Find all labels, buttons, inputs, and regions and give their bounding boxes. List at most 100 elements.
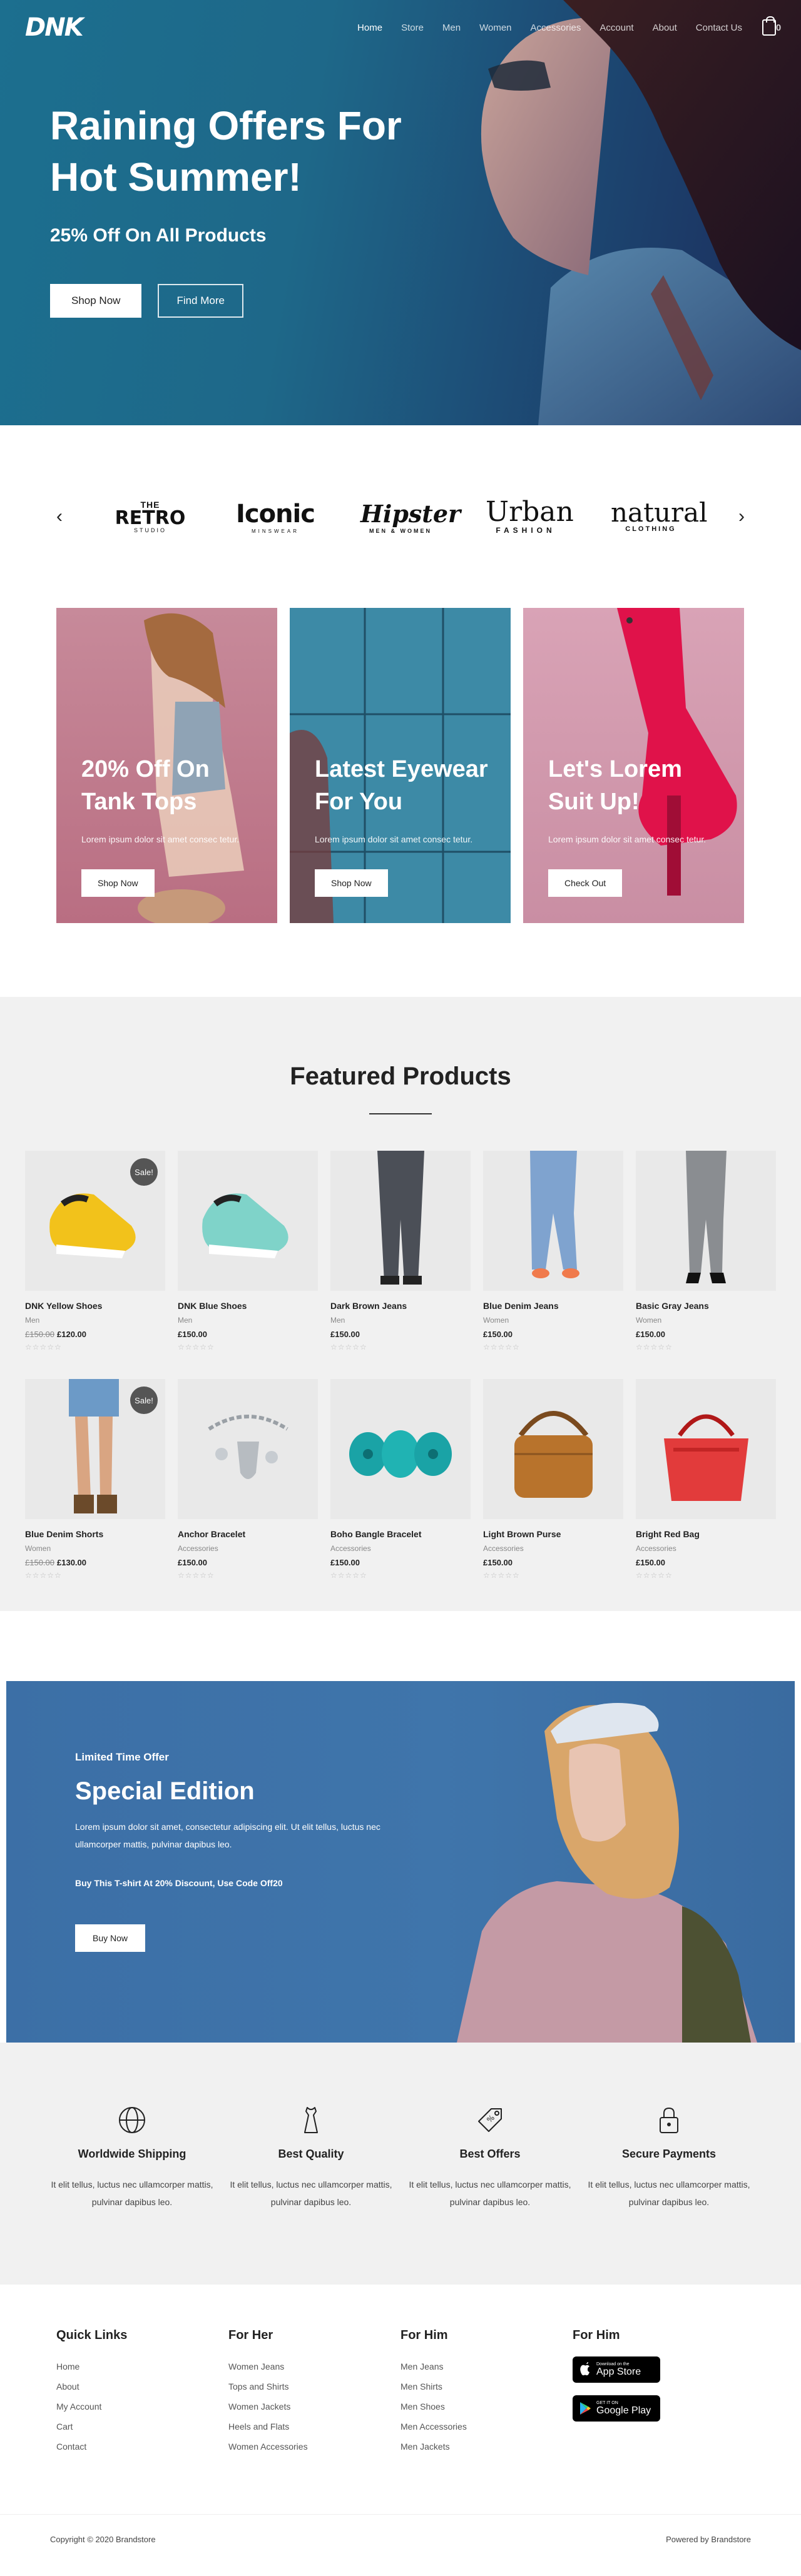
hero-find-more-button[interactable]: Find More: [158, 284, 243, 318]
hero-content: Raining Offers For Hot Summer! 25% Off O…: [50, 100, 438, 318]
product-photo: [208, 1415, 288, 1479]
footer-link-my-account[interactable]: My Account: [56, 2397, 228, 2417]
product-image[interactable]: [330, 1379, 471, 1519]
chevron-right-icon[interactable]: ›: [738, 506, 745, 527]
product-card[interactable]: Bright Red Bag Accessories £150.00 ☆☆☆☆☆: [636, 1379, 776, 1580]
nav-men[interactable]: Men: [442, 23, 461, 33]
product-price: £150.00: [178, 1330, 318, 1339]
nav-contact[interactable]: Contact Us: [696, 23, 742, 33]
nav-store[interactable]: Store: [401, 23, 424, 33]
footer-link-cart[interactable]: Cart: [56, 2417, 228, 2437]
product-name[interactable]: Blue Denim Jeans: [483, 1301, 623, 1311]
cart-icon[interactable]: 0: [762, 16, 781, 36]
footer-link-about[interactable]: About: [56, 2376, 228, 2397]
buy-now-button[interactable]: Buy Now: [75, 1924, 146, 1952]
promo-content: 20% Off On Tank Tops Lorem ipsum dolor s…: [81, 753, 257, 897]
product-card[interactable]: DNK Blue Shoes Men £150.00 ☆☆☆☆☆: [178, 1151, 318, 1351]
product-name[interactable]: Dark Brown Jeans: [330, 1301, 471, 1311]
brand-logo-urban[interactable]: Urban FASHION: [486, 498, 574, 535]
brand-main: natural: [611, 497, 708, 528]
product-card[interactable]: Boho Bangle Bracelet Accessories £150.00 ☆☆…: [330, 1379, 471, 1580]
promo-card-eyewear: Latest Eyewear For You Lorem ipsum dolor…: [290, 608, 511, 923]
footer-link-women-jackets[interactable]: Women Jackets: [228, 2397, 400, 2417]
brand-logo-retro[interactable]: THE RETRO STUDIO: [110, 500, 190, 533]
nav-women[interactable]: Women: [479, 23, 511, 33]
product-name[interactable]: Anchor Bracelet: [178, 1529, 318, 1539]
promo-desc: Lorem ipsum dolor sit amet consec tetur.: [548, 834, 707, 844]
product-image[interactable]: [178, 1151, 318, 1291]
nav-links: Home Store Men Women Accessories Account…: [339, 16, 781, 36]
app-store-badge[interactable]: Download on the App Store: [573, 2356, 660, 2383]
footer-link-women-accessories[interactable]: Women Accessories: [228, 2437, 400, 2457]
nav-accessories[interactable]: Accessories: [531, 23, 581, 33]
product-image[interactable]: Sale!: [25, 1379, 165, 1519]
footer-link-heels-flats[interactable]: Heels and Flats: [228, 2417, 400, 2437]
product-name[interactable]: Basic Gray Jeans: [636, 1301, 776, 1311]
brand-logo-hipster[interactable]: Hipster MEN & WOMEN: [360, 500, 461, 534]
nav-home[interactable]: Home: [357, 23, 382, 33]
product-current-price: £120.00: [57, 1330, 86, 1339]
nav-about[interactable]: About: [653, 23, 677, 33]
product-name[interactable]: Light Brown Purse: [483, 1529, 623, 1539]
product-card[interactable]: Sale! Blue Denim Shorts Women £150.00 £130.0…: [25, 1379, 165, 1580]
footer-link-contact[interactable]: Contact: [56, 2437, 228, 2457]
product-image[interactable]: [178, 1379, 318, 1519]
google-play-badge[interactable]: GET IT ON Google Play: [573, 2395, 660, 2422]
footer-link-men-jackets[interactable]: Men Jackets: [400, 2437, 573, 2457]
product-card[interactable]: Anchor Bracelet Accessories £150.00 ☆☆☆☆☆: [178, 1379, 318, 1580]
footer-link-men-shirts[interactable]: Men Shirts: [400, 2376, 573, 2397]
promo-desc: Lorem ipsum dolor sit amet consec tetur.: [81, 834, 240, 844]
product-name[interactable]: Bright Red Bag: [636, 1529, 776, 1539]
shirt-icon: [304, 2107, 318, 2133]
product-image[interactable]: [330, 1151, 471, 1291]
product-card[interactable]: Sale! DNK Yellow Shoes Men £150.00 £120.00 ☆☆…: [25, 1151, 165, 1351]
rating-stars: ☆☆☆☆☆: [636, 1571, 673, 1580]
brand-logo-natural[interactable]: natural CLOTHING: [611, 497, 708, 533]
product-photo: [514, 1411, 593, 1498]
sale-badge: Sale!: [130, 1386, 158, 1414]
footer-link-men-jeans[interactable]: Men Jeans: [400, 2356, 573, 2376]
product-card[interactable]: Basic Gray Jeans Women £150.00 ☆☆☆☆☆: [636, 1151, 776, 1351]
footer-link-men-accessories[interactable]: Men Accessories: [400, 2417, 573, 2437]
product-card[interactable]: Dark Brown Jeans Men £150.00 ☆☆☆☆☆: [330, 1151, 471, 1351]
hero-shop-now-button[interactable]: Shop Now: [50, 284, 142, 318]
footer-link-home[interactable]: Home: [56, 2356, 228, 2376]
product-name[interactable]: Boho Bangle Bracelet: [330, 1529, 471, 1539]
product-image[interactable]: Sale!: [25, 1151, 165, 1291]
product-image[interactable]: [636, 1379, 776, 1519]
product-name[interactable]: DNK Blue Shoes: [178, 1301, 318, 1311]
product-image[interactable]: [483, 1151, 623, 1291]
footer-for-her: For Her Women Jeans Tops and Shirts Wome…: [228, 2328, 400, 2457]
footer-link-tops-shirts[interactable]: Tops and Shirts: [228, 2376, 400, 2397]
footer-link-men-shoes[interactable]: Men Shoes: [400, 2397, 573, 2417]
feature-title: Secure Payments: [621, 2148, 717, 2160]
google-play-big: Google Play: [596, 2405, 651, 2416]
promo-check-out-button[interactable]: Check Out: [548, 869, 623, 897]
footer-link-women-jeans[interactable]: Women Jeans: [228, 2356, 400, 2376]
product-old-price: £150.00: [25, 1330, 54, 1339]
product-image[interactable]: [636, 1151, 776, 1291]
product-card[interactable]: Light Brown Purse Accessories £150.00 ☆☆☆☆☆: [483, 1379, 623, 1580]
product-price: £150.00: [330, 1558, 471, 1567]
nav-account[interactable]: Account: [599, 23, 633, 33]
featured-products: Featured Products Sale! DNK Yellow Shoes M…: [0, 997, 801, 1611]
promo-shop-now-button[interactable]: Shop Now: [315, 869, 388, 897]
site-footer: Quick Links Home About My Account Cart C…: [0, 2285, 801, 2564]
product-old-price: £150.00: [25, 1558, 54, 1567]
promo-shop-now-button[interactable]: Shop Now: [81, 869, 155, 897]
product-card[interactable]: Blue Denim Jeans Women £150.00 ☆☆☆☆☆: [483, 1151, 623, 1351]
chevron-left-icon[interactable]: ‹: [56, 506, 63, 527]
feature-shipping: Worldwide Shipping It elit tellus, luctu…: [50, 2105, 214, 2211]
product-image[interactable]: [483, 1379, 623, 1519]
brand-logo-iconic[interactable]: Iconic MINSWEAR: [235, 500, 315, 534]
feature-offers: % Best Offers It elit tellus, luctus nec…: [408, 2105, 572, 2211]
rating-stars: ☆☆☆☆☆: [636, 1343, 673, 1351]
brand-logos: THE RETRO STUDIO Iconic MINSWEAR Hipster…: [110, 497, 708, 535]
product-name[interactable]: Blue Denim Shorts: [25, 1529, 165, 1539]
product-name[interactable]: DNK Yellow Shoes: [25, 1301, 165, 1311]
special-kicker: Limited Time Offer: [75, 1751, 169, 1763]
product-photo: [377, 1151, 424, 1285]
promo-desc: Lorem ipsum dolor sit amet consec tetur.: [315, 834, 473, 844]
svg-text:%: %: [485, 2113, 496, 2124]
site-logo[interactable]: DNK: [25, 13, 84, 42]
